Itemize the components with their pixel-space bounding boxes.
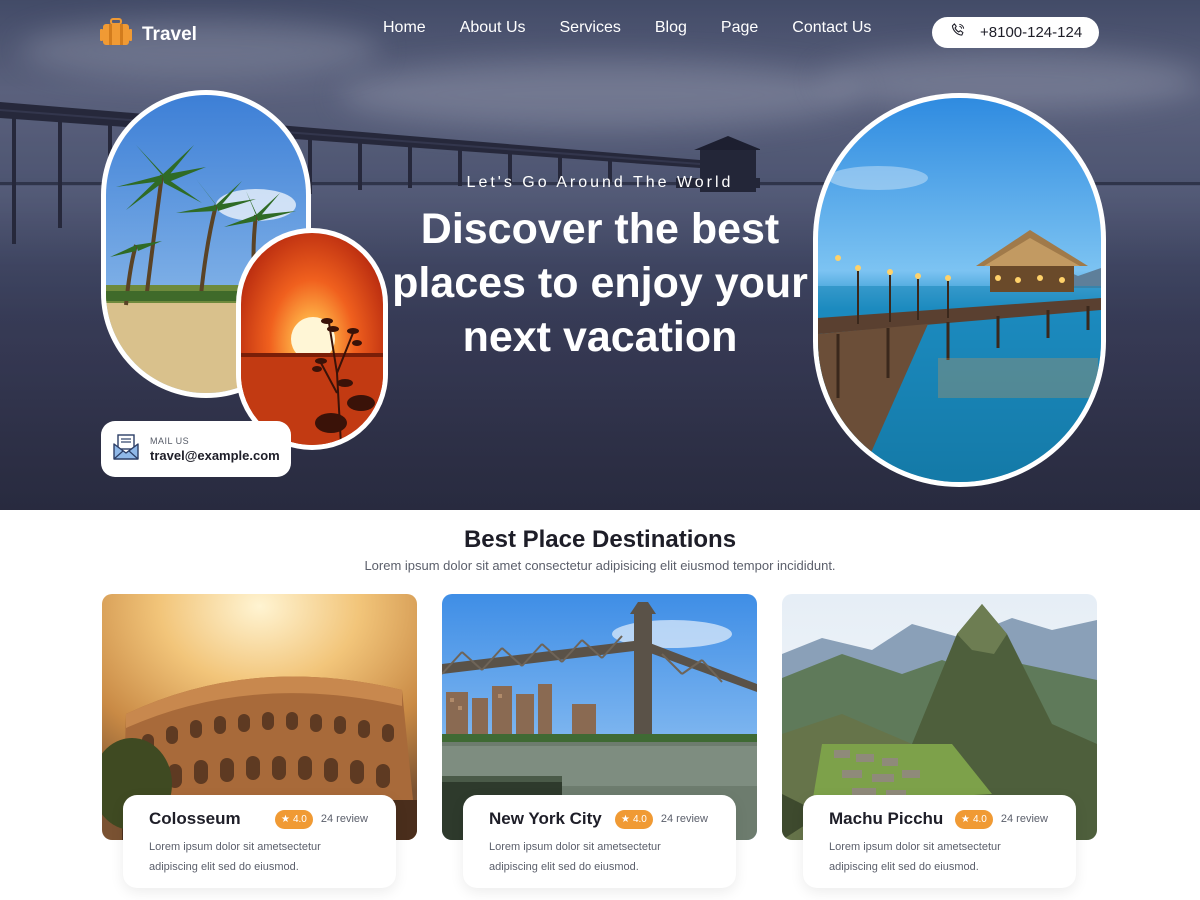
nav-item-contact-us[interactable]: Contact Us: [792, 19, 871, 37]
mail-us-card[interactable]: MAIL US travel@example.com: [101, 421, 291, 477]
destination-info-card: New York City ★ 4.0 24 review Lorem ipsu…: [463, 795, 736, 888]
card-header-row: Colosseum ★ 4.0 24 review: [149, 809, 396, 829]
rating-value: 4.0: [972, 813, 987, 825]
mail-text-group: MAIL US travel@example.com: [150, 436, 280, 463]
main-nav: Home About Us Services Blog Page Contact…: [383, 19, 905, 37]
destination-description: Lorem ipsum dolor sit ametsectetur adipi…: [149, 841, 321, 873]
destination-name[interactable]: Colosseum: [149, 809, 275, 829]
destination-description: Lorem ipsum dolor sit ametsectetur adipi…: [489, 841, 661, 873]
section-subtitle: Lorem ipsum dolor sit amet consectetur a…: [364, 558, 836, 573]
section-title: Best Place Destinations: [463, 526, 737, 553]
hero-tagline: Let's Go Around The World: [466, 174, 734, 191]
overwater-pier-photo: [813, 93, 1106, 487]
nav-item-about-us[interactable]: About Us: [460, 19, 526, 37]
destination-name[interactable]: New York City: [489, 809, 615, 829]
destination-info-card: Machu Picchu ★ 4.0 24 review Lorem ipsum…: [803, 795, 1076, 888]
rating-badge: ★ 4.0: [955, 809, 993, 829]
brand-name: Travel: [142, 23, 197, 45]
destination-name[interactable]: Machu Picchu: [829, 809, 955, 829]
destination-info-card: Colosseum ★ 4.0 24 review Lorem ipsum do…: [123, 795, 396, 888]
destination-card-machu-picchu: Machu Picchu ★ 4.0 24 review Lorem ipsum…: [782, 594, 1097, 900]
mail-label: MAIL US: [150, 435, 190, 446]
card-header-row: New York City ★ 4.0 24 review: [489, 809, 736, 829]
star-icon: ★: [621, 813, 630, 825]
star-icon: ★: [961, 813, 970, 825]
rating-value: 4.0: [292, 813, 307, 825]
sunset-photo: [236, 228, 388, 450]
review-count: 24 review: [320, 813, 368, 825]
mail-icon: [112, 433, 140, 466]
destination-card-new-york-city: New York City ★ 4.0 24 review Lorem ipsu…: [442, 594, 757, 900]
phone-button[interactable]: +8100-124-124: [932, 17, 1099, 48]
nav-item-blog[interactable]: Blog: [655, 19, 687, 37]
brand-logo[interactable]: Travel: [100, 16, 197, 53]
rating-badge: ★ 4.0: [275, 809, 313, 829]
phone-number: +8100-124-124: [980, 24, 1083, 41]
site-header: Travel Home About Us Services Blog Page …: [0, 0, 1200, 62]
nav-item-page[interactable]: Page: [721, 19, 758, 37]
nav-item-services[interactable]: Services: [560, 19, 621, 37]
nav-item-home[interactable]: Home: [383, 19, 426, 37]
rating-value: 4.0: [632, 813, 647, 825]
destination-description: Lorem ipsum dolor sit ametsectetur adipi…: [829, 841, 1001, 873]
suitcase-icon: [100, 16, 132, 53]
hero-headline: Discover the best places to enjoy your n…: [392, 205, 808, 361]
destination-card-colosseum: Colosseum ★ 4.0 24 review Lorem ipsum do…: [102, 594, 417, 900]
phone-icon: [950, 22, 966, 43]
hero-section: Travel Home About Us Services Blog Page …: [0, 0, 1200, 510]
review-count: 24 review: [660, 813, 708, 825]
mail-email: travel@example.com: [150, 447, 280, 463]
rating-badge: ★ 4.0: [615, 809, 653, 829]
card-header-row: Machu Picchu ★ 4.0 24 review: [829, 809, 1076, 829]
review-count: 24 review: [1000, 813, 1048, 825]
star-icon: ★: [281, 813, 290, 825]
